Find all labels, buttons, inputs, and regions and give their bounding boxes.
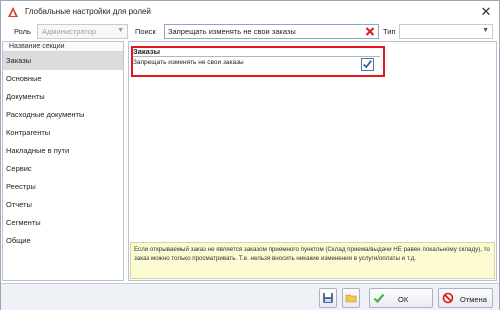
- type-dropdown[interactable]: ▼: [399, 24, 493, 39]
- ok-button[interactable]: ОК: [369, 288, 433, 308]
- sidebar-item-main[interactable]: Основные: [3, 70, 123, 88]
- save-button[interactable]: [319, 288, 337, 308]
- ok-button-label: ОК: [398, 295, 409, 304]
- window-title: Глобальные настройки для ролей: [25, 7, 151, 16]
- role-label: Роль: [14, 27, 31, 36]
- section-list-header: Название секции: [3, 42, 123, 52]
- sidebar-item-waybills-in-transit[interactable]: Накладные в пути: [3, 142, 123, 160]
- button-bar: ОК Отмена: [1, 283, 499, 310]
- cancel-button-label: Отмена: [460, 295, 487, 304]
- open-folder-button[interactable]: [342, 288, 360, 308]
- title-bar: Глобальные настройки для ролей ✕: [1, 1, 499, 23]
- search-label: Поиск: [135, 27, 156, 36]
- close-button[interactable]: ✕: [479, 5, 493, 19]
- role-value: Администратор: [42, 27, 97, 36]
- sidebar-item-expense-documents[interactable]: Расходные документы: [3, 106, 123, 124]
- search-input[interactable]: Запрещать изменять не свои заказы: [164, 24, 379, 39]
- filter-bar: Роль Администратор ▼ Поиск Запрещать изм…: [1, 23, 499, 41]
- sidebar-item-reports[interactable]: Отчеты: [3, 196, 123, 214]
- folder-icon: [345, 294, 357, 303]
- sidebar-item-registers[interactable]: Реестры: [3, 178, 123, 196]
- sidebar-item-contractors[interactable]: Контрагенты: [3, 124, 123, 142]
- sidebar-item-service[interactable]: Сервис: [3, 160, 123, 178]
- description-box: Если открываемый заказ не является заказ…: [130, 242, 495, 279]
- cancel-icon: [442, 292, 454, 304]
- search-value: Запрещать изменять не свои заказы: [168, 27, 296, 36]
- checkmark-icon: [373, 293, 385, 304]
- highlight-frame: [131, 46, 385, 77]
- app-logo-icon: [8, 7, 18, 17]
- sidebar-item-general[interactable]: Общие: [3, 232, 123, 250]
- close-icon: ✕: [480, 4, 492, 19]
- dialog-window: Глобальные настройки для ролей ✕ Роль Ад…: [0, 0, 500, 310]
- sidebar-item-segments[interactable]: Сегменты: [3, 214, 123, 232]
- type-label: Тип: [383, 27, 396, 36]
- settings-panel: Заказы Запрещать изменять не свои заказы…: [128, 41, 497, 281]
- cancel-button[interactable]: Отмена: [438, 288, 493, 308]
- sidebar-item-documents[interactable]: Документы: [3, 88, 123, 106]
- chevron-down-icon: ▼: [117, 27, 124, 34]
- chevron-down-icon: ▼: [482, 27, 489, 34]
- settings-group-orders: Заказы Запрещать изменять не свои заказы: [131, 45, 385, 77]
- sidebar-item-orders[interactable]: Заказы: [3, 52, 123, 70]
- role-dropdown[interactable]: Администратор ▼: [37, 24, 128, 39]
- clear-icon[interactable]: [364, 25, 376, 38]
- save-icon: [323, 293, 333, 303]
- section-list: Название секции Заказы Основные Документ…: [2, 41, 124, 281]
